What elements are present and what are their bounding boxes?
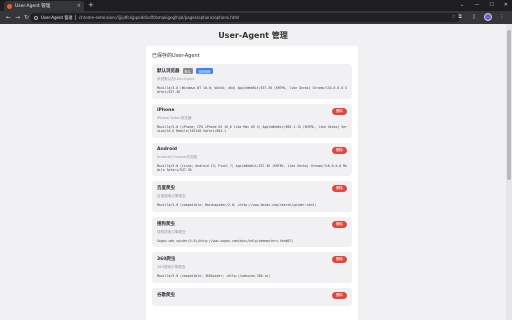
page-content: User-Agent 管理 已保存的User-Agent 默认浏览器 默认 当前… — [0, 24, 506, 320]
section-heading: 已保存的User-Agent — [152, 53, 200, 59]
scrollbar-thumb[interactable] — [507, 30, 511, 180]
ua-card-default[interactable]: 默认浏览器 默认 当前使用 系统默认的User-Agent Mozilla/5.… — [152, 64, 352, 99]
browser-toolbar: ← → ↻ User-Agent 管理 chrome-extension://j… — [0, 11, 512, 24]
page-title: User-Agent 管理 — [218, 31, 288, 40]
delete-button[interactable]: 删除 — [332, 291, 347, 299]
ua-name: 百度爬虫 — [157, 186, 175, 192]
ua-string: Mozilla/5.0 (iPhone; CPU iPhone OS 16_6 … — [157, 124, 347, 134]
ua-name: iPhone — [157, 107, 175, 113]
tab-search-icon[interactable]: ⌄ — [460, 1, 464, 10]
sidebar-icon[interactable]: ▯ — [470, 13, 478, 21]
maximize-icon[interactable]: ☐ — [489, 1, 493, 10]
extension-favicon-icon — [7, 3, 12, 9]
browser-tab-bar: User-Agent 管理 × + ⌄ — ☐ ✕ — [0, 0, 512, 11]
tab-title: User-Agent 管理 — [15, 4, 51, 9]
window-controls: — ☐ ✕ — [474, 1, 508, 10]
delete-button[interactable]: 删除 — [332, 185, 347, 193]
ua-description: 360搜索引擎爬虫 — [157, 265, 186, 270]
delete-button[interactable]: 删除 — [332, 256, 347, 264]
profile-avatar[interactable] — [484, 13, 492, 21]
new-tab-button[interactable]: + — [88, 1, 94, 10]
ua-card-iphone[interactable]: iPhone 删除 iPhone Safari浏览器 Mozilla/5.0 (… — [152, 103, 352, 138]
address-bar[interactable]: User-Agent 管理 chrome-extension://jjijdfc… — [30, 13, 460, 22]
ua-card-google[interactable]: 谷歌爬虫 删除 — [152, 287, 352, 306]
ua-card-baidu[interactable]: 百度爬虫 删除 百度搜索引擎爬虫 Mozilla/5.0 (compatible… — [152, 181, 352, 212]
ua-card-360[interactable]: 360爬虫 删除 360搜索引擎爬虫 Mozilla/5.0 (compatib… — [152, 252, 352, 283]
delete-button[interactable]: 删除 — [332, 107, 347, 115]
back-icon[interactable]: ← — [4, 14, 13, 21]
ua-name: 默认浏览器 — [157, 69, 180, 74]
ua-name: Android — [157, 146, 177, 152]
menu-icon[interactable]: ⋮ — [498, 13, 506, 21]
ua-description: Android Chrome浏览器 — [157, 154, 197, 159]
ua-name: 搜狗爬虫 — [157, 221, 175, 227]
ua-card-android[interactable]: Android 删除 Android Chrome浏览器 Mozilla/5.0… — [152, 142, 352, 177]
forward-icon[interactable]: → — [13, 14, 22, 21]
delete-button[interactable]: 删除 — [332, 146, 347, 154]
ua-string: Mozilla/5.0 (compatible; 360Spider; +htt… — [157, 274, 271, 279]
current-badge: 当前使用 — [195, 68, 213, 74]
default-badge: 默认 — [182, 68, 193, 74]
delete-button[interactable]: 删除 — [332, 220, 347, 228]
ua-string: Mozilla/5.0 (compatible; Baiduspider/2.0… — [157, 203, 317, 208]
minimize-icon[interactable]: — — [474, 1, 479, 10]
close-tab-icon[interactable]: × — [77, 3, 81, 9]
ua-description: 搜狗搜索引擎爬虫 — [157, 229, 186, 234]
ua-description: iPhone Safari浏览器 — [157, 115, 192, 120]
saved-ua-panel: 已保存的User-Agent 默认浏览器 默认 当前使用 系统默认的User-A… — [146, 46, 358, 320]
ua-description: 系统默认的User-Agent — [157, 77, 195, 81]
page-scrollbar[interactable] — [506, 24, 512, 320]
close-window-icon[interactable]: ✕ — [504, 1, 508, 10]
ua-name: 360爬虫 — [157, 257, 176, 263]
tab-user-agent[interactable]: User-Agent 管理 × — [4, 1, 84, 11]
ua-name: 谷歌爬虫 — [157, 292, 175, 298]
ua-description: 百度搜索引擎爬虫 — [157, 194, 186, 199]
extensions-icon[interactable]: ⧉ — [456, 13, 464, 21]
site-info-icon[interactable] — [34, 15, 38, 20]
toolbar-actions: ⧉ ▯ ⋮ — [456, 13, 506, 21]
ua-string: Sogou web spider/4.0(+http://www.sogou.c… — [157, 238, 294, 243]
ua-string: Mozilla/5.0 (Linux; Android 13; Pixel 7)… — [157, 163, 347, 173]
url-chip: User-Agent 管理 — [41, 14, 73, 20]
ua-card-sogou[interactable]: 搜狗爬虫 删除 搜狗搜索引擎爬虫 Sogou web spider/4.0(+h… — [152, 216, 352, 248]
url-text[interactable]: chrome-extension://jjijdfcejppoddicdfcbm… — [79, 15, 239, 20]
ua-string: Mozilla/5.0 (Windows NT 10.0; Win64; x64… — [157, 86, 347, 95]
url-separator — [75, 15, 76, 20]
